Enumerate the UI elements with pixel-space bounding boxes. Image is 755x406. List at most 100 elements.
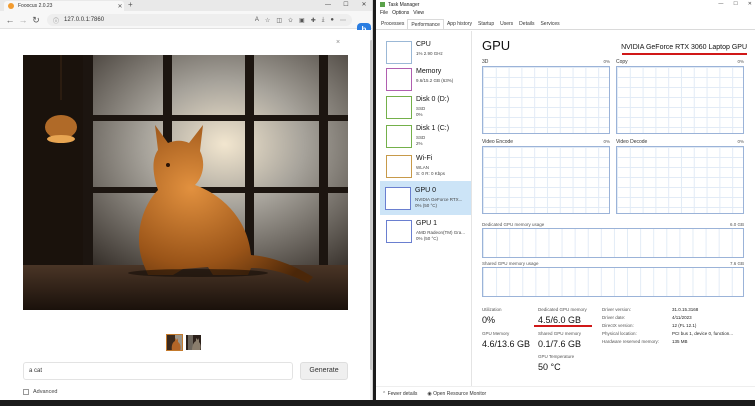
menu-file[interactable]: File: [380, 10, 388, 16]
engine-percent: 0%: [737, 139, 744, 144]
thumbnail-strip: [166, 334, 202, 351]
scrollbar-thumb[interactable]: [370, 40, 372, 370]
utilization-value: 0%: [482, 315, 496, 325]
new-tab-button[interactable]: +: [128, 0, 133, 9]
read-aloud-icon[interactable]: A: [255, 17, 259, 23]
engine-label: Video Decode: [616, 139, 648, 145]
address-bar[interactable]: ⓘ 127.0.0.1:7860 A ☆ ◫ ✩ ▣ ✚ ⤓ ● ⋯: [47, 14, 352, 26]
reserved-memory-key: Hardware reserved memory:: [602, 339, 660, 344]
gpu1-mini-graph: [386, 220, 412, 243]
shared-memory-label: Shared GPU memory: [538, 331, 582, 336]
engine-video-decode-graph: [616, 146, 744, 214]
sidebar-item-sub: SSD: [416, 106, 426, 111]
tab-processes[interactable]: Processes: [378, 19, 407, 29]
gpu0-mini-graph: [385, 187, 411, 210]
sidebar-item-gpu0[interactable]: GPU 0 NVIDIA GeForce RTX... 0% (50 °C): [380, 181, 471, 215]
window-controls: — ☐ ✕: [319, 0, 372, 11]
sidebar-item-gpu1[interactable]: GPU 1 AMD Radeon(TM) Gra... 0% (50 °C): [381, 214, 471, 248]
advanced-checkbox[interactable]: [23, 389, 29, 395]
tm-minimize-button[interactable]: —: [718, 0, 723, 9]
favorite-star-icon[interactable]: ☆: [265, 17, 270, 24]
favorites-icon[interactable]: ✩: [288, 17, 293, 24]
generate-button[interactable]: Generate: [300, 362, 348, 380]
more-icon[interactable]: ⋯: [340, 17, 346, 24]
download-icon[interactable]: ⤓: [322, 17, 325, 24]
engine-label: Video Encode: [482, 139, 514, 145]
close-window-button[interactable]: ✕: [355, 0, 372, 11]
forward-icon[interactable]: →: [17, 14, 29, 26]
gpu-model-highlight: [622, 53, 747, 55]
advanced-label: Advanced: [33, 389, 58, 395]
collections-icon[interactable]: ▣: [299, 17, 305, 24]
sidebar-item-sub2: 2%: [416, 141, 423, 146]
tm-title: Task Manager: [388, 1, 420, 8]
shared-memory-plot: [482, 267, 744, 297]
engine-label: Copy: [616, 59, 628, 65]
tab-app-history[interactable]: App history: [444, 19, 475, 29]
tab-performance[interactable]: Performance: [407, 19, 444, 29]
refresh-icon[interactable]: ↻: [30, 14, 42, 26]
generated-cat-image[interactable]: [23, 55, 348, 310]
profile-icon[interactable]: ●: [330, 17, 334, 23]
fewer-details-button[interactable]: ⌃ Fewer details: [382, 391, 417, 397]
dedicated-graph-label: Dedicated GPU memory usage: [482, 222, 545, 227]
tab-close-icon[interactable]: ✕: [116, 3, 124, 10]
sidebar-item-name: Wi-Fi: [416, 155, 433, 162]
extensions-icon[interactable]: ✚: [311, 17, 316, 24]
tab-fooocus[interactable]: Fooocus 2.0.23 ✕: [4, 1, 124, 11]
physical-location-value: PCI bus 1, device 0, function...: [672, 331, 734, 336]
tab-users[interactable]: Users: [497, 19, 516, 29]
tm-close-button[interactable]: ✕: [748, 0, 752, 9]
sidebar-item-sub: AMD Radeon(TM) Gra...: [416, 230, 466, 235]
directx-version-value: 12 (FL 12.1): [672, 323, 697, 328]
dedicated-graph-max: 6.0 GB: [729, 222, 744, 227]
thumbnail-2-image: [186, 335, 201, 350]
thumbnail-2[interactable]: [185, 334, 202, 351]
sidebar-item-sub: 9.6/15.2 GB (63%): [416, 78, 454, 83]
task-manager-window: Task Manager — ☐ ✕ File Options View Pro…: [376, 0, 755, 406]
performance-sidebar: CPU 1% 2.90 GHz Memory 9.6/15.2 GB (63%)…: [376, 31, 472, 386]
advanced-option[interactable]: Advanced: [23, 389, 57, 395]
chevron-up-icon: ⌃: [382, 390, 387, 397]
prompt-input[interactable]: a cat: [23, 362, 293, 380]
shared-graph-label: Shared GPU memory usage: [482, 261, 539, 266]
sidebar-item-wifi[interactable]: Wi-Fi WLAN S: 0 R: 0 Kbps: [381, 149, 471, 183]
cat-illustration: [23, 55, 348, 310]
image-close-icon[interactable]: ×: [336, 39, 340, 46]
tab-details[interactable]: Details: [516, 19, 537, 29]
disk1-mini-graph: [386, 125, 412, 148]
minimize-button[interactable]: —: [319, 0, 337, 11]
browser-window: Fooocus 2.0.23 ✕ + — ☐ ✕ ← → ↻ ⓘ 127.0.0…: [0, 0, 373, 406]
taskbar-edge: [0, 400, 755, 406]
open-resource-monitor-link[interactable]: ◉ Open Resource Monitor: [427, 391, 486, 397]
resource-monitor-icon: ◉: [427, 390, 432, 397]
driver-date-key: Driver date:: [602, 315, 626, 320]
info-icon[interactable]: ⓘ: [53, 16, 59, 25]
menu-view[interactable]: View: [413, 10, 424, 16]
address-url: 127.0.0.1:7860: [64, 17, 105, 23]
sidebar-item-sub: NVIDIA GeForce RTX...: [415, 197, 463, 202]
driver-version-value: 31.0.15.3168: [672, 307, 699, 312]
tab-services[interactable]: Services: [537, 19, 562, 29]
browser-toolbar: ← → ↻ ⓘ 127.0.0.1:7860 A ☆ ◫ ✩ ▣ ✚ ⤓ ● ⋯…: [0, 11, 372, 37]
back-icon[interactable]: ←: [4, 14, 16, 26]
sidebar-item-name: Disk 1 (C:): [416, 125, 450, 132]
thumbnail-1[interactable]: [166, 334, 183, 351]
fooocus-favicon-icon: [8, 3, 14, 9]
gpu-temperature-label: GPU Temperature: [538, 354, 575, 359]
tm-footer: ⌃ Fewer details ◉ Open Resource Monitor: [376, 386, 755, 400]
shared-graph-max: 7.6 GB: [729, 261, 744, 266]
sidebar-item-sub: WLAN: [416, 165, 430, 170]
page-scrollbar[interactable]: [370, 30, 372, 406]
split-screen-icon[interactable]: ◫: [276, 17, 282, 24]
maximize-button[interactable]: ☐: [337, 0, 355, 11]
tm-maximize-button[interactable]: ☐: [733, 0, 737, 9]
sidebar-item-name: GPU 0: [415, 187, 437, 194]
dedicated-memory-label: Dedicated GPU memory: [538, 307, 587, 312]
engine-percent: 0%: [603, 139, 610, 144]
menu-options[interactable]: Options: [392, 10, 409, 16]
gpu-memory-label: GPU Memory: [482, 331, 510, 336]
sidebar-item-disk1[interactable]: Disk 1 (C:) SSD 2%: [381, 119, 471, 153]
tab-startup[interactable]: Startup: [475, 19, 497, 29]
tm-tabs: Processes Performance App history Startu…: [376, 19, 755, 30]
